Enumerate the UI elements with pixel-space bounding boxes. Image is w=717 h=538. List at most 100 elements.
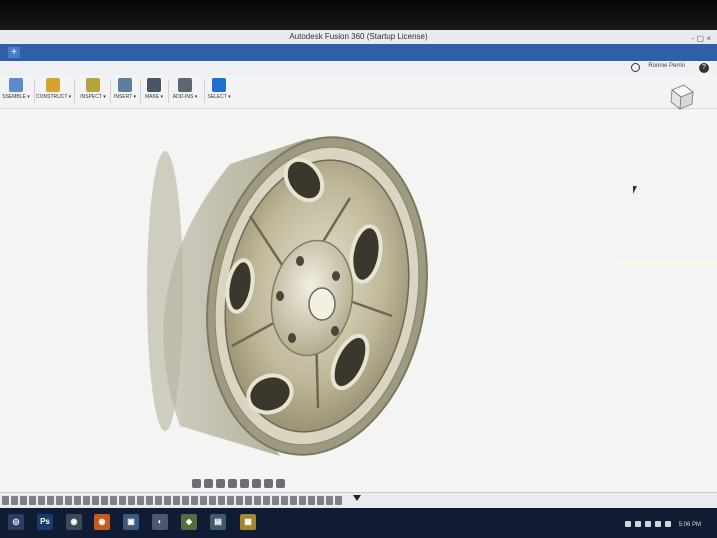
user-bar: Ronnie Perrin ? <box>0 61 717 76</box>
add-ins-icon <box>178 78 192 92</box>
timeline-item[interactable] <box>317 496 324 505</box>
timeline-item[interactable] <box>119 496 126 505</box>
toolbar-separator <box>204 79 205 103</box>
assemble-icon <box>9 78 23 92</box>
tray-icon[interactable] <box>625 521 631 527</box>
fusion-taskbar-icon[interactable]: ▦ <box>240 514 256 530</box>
pan-icon[interactable] <box>216 479 225 488</box>
system-tray <box>625 521 671 527</box>
insert-icon <box>118 78 132 92</box>
timeline-item[interactable] <box>290 496 297 505</box>
timeline-item[interactable] <box>155 496 162 505</box>
timeline-item[interactable] <box>245 496 252 505</box>
user-name[interactable]: Ronnie Perrin <box>648 63 685 69</box>
toolbar-separator <box>168 79 169 103</box>
viewports-icon[interactable] <box>276 479 285 488</box>
timeline-item[interactable] <box>236 496 243 505</box>
tray-icon[interactable] <box>645 521 651 527</box>
viewcube-icon[interactable] <box>666 82 696 112</box>
timeline-item[interactable] <box>299 496 306 505</box>
timeline-item[interactable] <box>254 496 261 505</box>
timeline-item[interactable] <box>281 496 288 505</box>
select-menu[interactable]: SELECT ▾ <box>206 75 232 107</box>
select-label: SELECT ▾ <box>207 94 231 100</box>
toolbar-separator <box>74 79 75 103</box>
make-menu[interactable]: MAKE ▾ <box>142 75 166 107</box>
timeline-item[interactable] <box>74 496 81 505</box>
tray-icon[interactable] <box>635 521 641 527</box>
window-title: Autodesk Fusion 360 (Startup License) <box>289 32 428 41</box>
app-taskbar-icon[interactable]: ▣ <box>123 514 139 530</box>
inspect-icon <box>86 78 100 92</box>
firefox-taskbar-icon[interactable]: ◉ <box>94 514 110 530</box>
construct-label: CONSTRUCT ▾ <box>36 94 72 100</box>
app-taskbar-icon[interactable]: ◆ <box>181 514 197 530</box>
clock-icon[interactable] <box>631 63 640 72</box>
timeline-item[interactable] <box>227 496 234 505</box>
timeline-item[interactable] <box>335 496 342 505</box>
screen: Autodesk Fusion 360 (Startup License) - … <box>0 30 717 508</box>
toolbar-separator <box>34 79 35 103</box>
volume-icon[interactable] <box>655 521 661 527</box>
timeline-item[interactable] <box>128 496 135 505</box>
timeline-item[interactable] <box>29 496 36 505</box>
timeline-item[interactable] <box>38 496 45 505</box>
new-tab-button[interactable]: + <box>8 47 20 58</box>
taskbar-clock[interactable]: 5:06 PM <box>679 522 701 528</box>
timeline-item[interactable] <box>263 496 270 505</box>
document-tab-bar: + <box>0 44 717 61</box>
timeline-item[interactable] <box>173 496 180 505</box>
assemble-menu[interactable]: SSEMBLE ▾ <box>0 75 32 107</box>
look-at-icon[interactable] <box>204 479 213 488</box>
zoom-icon[interactable] <box>228 479 237 488</box>
add-ins-menu[interactable]: ADD-INS ▾ <box>170 75 200 107</box>
timeline-item[interactable] <box>182 496 189 505</box>
main-toolbar: SSEMBLE ▾ CONSTRUCT ▾ INSPECT ▾ INSERT ▾… <box>0 75 717 109</box>
network-icon[interactable] <box>665 521 671 527</box>
timeline-item[interactable] <box>137 496 144 505</box>
timeline-item[interactable] <box>146 496 153 505</box>
wheel-model[interactable] <box>140 106 440 466</box>
mouse-cursor-icon <box>633 186 637 194</box>
timeline-item[interactable] <box>83 496 90 505</box>
help-icon[interactable]: ? <box>699 63 709 73</box>
timeline-item[interactable] <box>20 496 27 505</box>
timeline-item[interactable] <box>191 496 198 505</box>
inspect-menu[interactable]: INSPECT ▾ <box>78 75 108 107</box>
chrome-taskbar-icon[interactable]: ◉ <box>66 514 82 530</box>
design-timeline <box>0 492 717 508</box>
navigation-bar <box>192 479 285 491</box>
timeline-item[interactable] <box>308 496 315 505</box>
timeline-item[interactable] <box>209 496 216 505</box>
orbit-icon[interactable] <box>192 479 201 488</box>
timeline-item[interactable] <box>92 496 99 505</box>
timeline-item[interactable] <box>218 496 225 505</box>
app-taskbar-icon[interactable]: ▤ <box>210 514 226 530</box>
timeline-item[interactable] <box>110 496 117 505</box>
timeline-item[interactable] <box>56 496 63 505</box>
timeline-marker-icon[interactable] <box>353 495 361 501</box>
timeline-item[interactable] <box>65 496 72 505</box>
photoshop-taskbar-icon[interactable]: Ps <box>37 514 53 530</box>
fit-icon[interactable] <box>240 479 249 488</box>
tire-shadow <box>147 151 183 431</box>
app-taskbar-icon[interactable]: ◐ <box>152 514 168 530</box>
timeline-item[interactable] <box>272 496 279 505</box>
toolbar-separator <box>140 79 141 103</box>
timeline-item[interactable] <box>2 496 9 505</box>
timeline-item[interactable] <box>326 496 333 505</box>
timeline-item[interactable] <box>200 496 207 505</box>
display-settings-icon[interactable] <box>252 479 261 488</box>
insert-menu[interactable]: INSERT ▾ <box>112 75 138 107</box>
timeline-item[interactable] <box>164 496 171 505</box>
construct-menu[interactable]: CONSTRUCT ▾ <box>36 75 72 107</box>
start-button[interactable]: ◎ <box>8 514 24 530</box>
timeline-item[interactable] <box>47 496 54 505</box>
make-icon <box>147 78 161 92</box>
construct-icon <box>46 78 60 92</box>
grid-settings-icon[interactable] <box>264 479 273 488</box>
timeline-item[interactable] <box>101 496 108 505</box>
timeline-item[interactable] <box>11 496 18 505</box>
add-ins-label: ADD-INS ▾ <box>172 94 198 100</box>
center-cap <box>308 287 336 321</box>
